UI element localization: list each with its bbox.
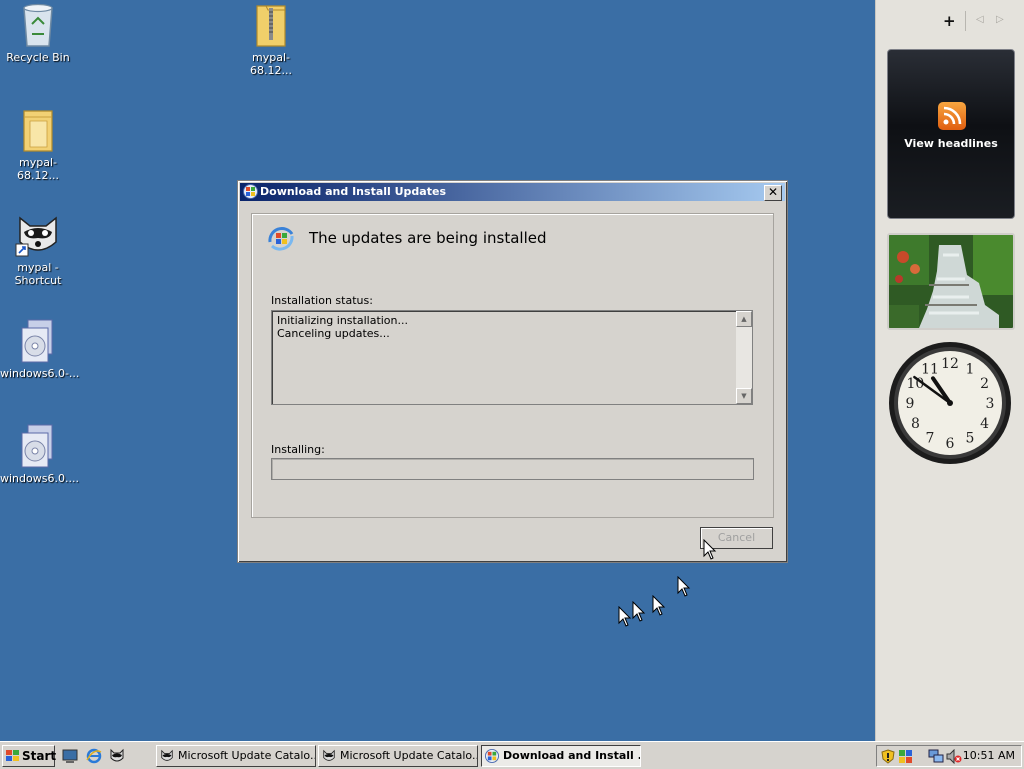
start-button[interactable]: Start [2,745,57,767]
desktop-icon-label: mypal-68.12... [250,51,292,77]
folder-icon [23,110,53,152]
taskbar-button-label: Microsoft Update Catalo... [178,749,316,762]
clock-number: 12 [941,356,959,372]
vertical-scrollbar[interactable]: ▲ ▼ [736,311,752,404]
windows-update-icon [485,749,499,763]
start-label: Start [22,749,57,763]
feed-headlines-gadget[interactable]: View headlines [887,49,1015,219]
dialog-title-bar[interactable]: Download and Install Updates ✕ [240,183,785,201]
recycle-bin-icon [23,3,53,47]
installation-status-label: Installation status: [271,294,373,307]
close-button[interactable]: ✕ [764,185,782,201]
mouse-cursor-icon [618,606,632,627]
taskbar-button-download-install[interactable]: Download and Install ... [481,745,641,767]
clock-number: 9 [906,396,915,412]
volume-muted-icon[interactable] [946,749,962,764]
waterfall-photo [889,235,1013,328]
raccoon-icon [323,749,335,761]
raccoon-icon [15,216,57,257]
network-icon[interactable] [928,749,944,764]
download-install-updates-dialog: Download and Install Updates ✕ The updat… [237,180,788,563]
clock-number: 3 [986,396,995,412]
clock-number: 7 [926,431,935,447]
mouse-cursor-icon [652,595,666,616]
sidebar-separator [965,11,966,31]
raccoon-icon[interactable] [109,748,125,764]
internet-explorer-icon[interactable] [86,748,102,764]
view-headlines-label: View headlines [904,137,998,150]
clock-number: 8 [911,416,920,432]
desktop-icon-mypal-shortcut[interactable]: mypal - Shortcut [0,212,76,287]
clock-number: 5 [966,431,975,447]
clock-number: 1 [966,361,975,377]
taskbar-button-update-catalog-2[interactable]: Microsoft Update Catalo... [318,745,478,767]
show-desktop-icon[interactable] [62,748,78,764]
desktop-icon-mypal-zip[interactable]: mypal-68.12... [233,2,309,77]
windows-update-logo-icon [266,224,296,258]
desktop-icon-label: windows6.0-... [0,367,80,380]
desktop-icon-label: mypal - Shortcut [14,261,62,287]
analog-clock-face: 12 1234567891011 [889,342,1011,464]
desktop-icon-label: mypal-68.12... [17,156,59,182]
clock-number: 11 [921,361,939,377]
status-log-line: Initializing installation... [277,314,409,327]
desktop-icon-label: windows6.0.... [0,472,79,485]
sidebar-next-button[interactable]: ▷ [996,14,1004,25]
clock-number: 4 [980,416,989,432]
clock-number: 2 [980,376,989,392]
dialog-content-panel: The updates are being installed Installa… [251,213,774,518]
taskbar-button-label: Microsoft Update Catalo... [340,749,478,762]
scroll-up-icon[interactable]: ▲ [736,311,752,327]
taskbar: Start Microsoft Update Catalo... Microso… [0,741,1024,769]
mouse-cursor-icon [677,576,691,597]
desktop-icon-windows6-update-1[interactable]: windows6.0-... [0,318,80,380]
add-gadget-button[interactable]: + [943,12,956,30]
dialog-title: Download and Install Updates [260,185,446,198]
windows-flag-icon [6,750,19,761]
installer-package-icon [21,319,53,363]
slideshow-gadget[interactable] [887,233,1015,330]
windows-update-icon [243,184,258,205]
desktop-icon-windows6-update-2[interactable]: windows6.0.... [0,423,79,485]
install-progress-bar [271,458,754,480]
zip-folder-icon [256,5,286,47]
sidebar-prev-button[interactable]: ◁ [976,14,984,25]
mouse-cursor-icon [632,601,646,622]
installation-status-log[interactable]: Initializing installation... Canceling u… [271,310,753,405]
installing-label: Installing: [271,443,325,456]
scroll-down-icon[interactable]: ▼ [736,388,752,404]
security-shield-icon[interactable] [881,749,895,764]
desktop-icon-label: Recycle Bin [6,51,70,64]
mouse-cursor-icon [703,539,717,560]
taskbar-button-update-catalog-1[interactable]: Microsoft Update Catalo... [156,745,316,767]
status-log-line: Canceling updates... [277,327,390,340]
desktop-icon-recycle-bin[interactable]: Recycle Bin [0,2,76,64]
rss-icon [938,102,966,130]
dialog-heading: The updates are being installed [309,229,547,247]
clock-number: 6 [946,436,955,452]
system-tray: 10:51 AM [876,745,1022,767]
installer-package-icon [21,424,53,468]
taskbar-clock[interactable]: 10:51 AM [963,746,1015,766]
raccoon-icon [161,749,173,761]
clock-gadget[interactable]: 12 1 2 3 4 5 6 7 8 9 10 11 [887,340,1013,466]
windows-sidebar: + ◁ ▷ View headlines 12 1 2 3 4 5 6 7 8 … [875,0,1024,741]
desktop-icon-mypal-folder[interactable]: mypal-68.12... [0,107,76,182]
taskbar-button-label: Download and Install ... [503,749,641,762]
windows-update-icon[interactable] [898,749,914,764]
